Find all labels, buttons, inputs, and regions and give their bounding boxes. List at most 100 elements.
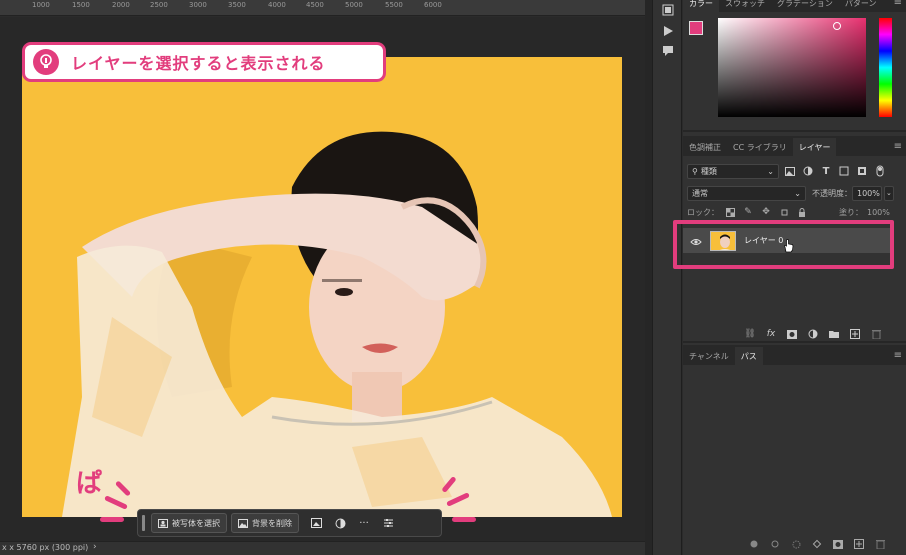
add-mask-icon[interactable] [831, 537, 845, 551]
add-mask-icon[interactable] [785, 327, 799, 341]
lock-artboard-icon[interactable] [777, 205, 791, 219]
blend-opacity-row: 通常 ⌄ 不透明度： 100% ⌄ [687, 185, 894, 201]
opacity-label: 不透明度： [812, 188, 852, 198]
new-layer-icon[interactable] [848, 327, 862, 341]
person-icon [158, 518, 168, 528]
tab-color[interactable]: カラー [683, 0, 719, 12]
lightbulb-icon [33, 49, 59, 75]
tab-channels[interactable]: チャンネル [683, 347, 735, 365]
color-picker-cursor[interactable] [833, 22, 841, 30]
tab-layers[interactable]: レイヤー [792, 138, 837, 156]
color-picker-field[interactable] [718, 18, 866, 117]
ruler-tick: 2000 [112, 1, 130, 9]
panel-separator[interactable] [683, 341, 906, 343]
new-group-folder-icon[interactable] [827, 327, 841, 341]
layers-panel-menu-icon[interactable]: ≡ [894, 141, 902, 152]
blend-mode-select[interactable]: 通常 ⌄ [687, 185, 806, 201]
horizontal-ruler: 1000 1500 2000 2500 3000 3500 4000 4500 … [0, 0, 645, 16]
lock-all-icon[interactable] [795, 205, 809, 219]
lock-transparent-icon[interactable] [723, 205, 737, 219]
ruler-tick: 5500 [385, 1, 403, 9]
mask-image-icon[interactable] [305, 513, 327, 533]
taskbar-settings-icon[interactable] [377, 513, 399, 533]
tab-swatches[interactable]: スウォッチ [719, 0, 771, 12]
search-icon: ⚲ [692, 166, 698, 176]
stroke-path-icon[interactable] [768, 537, 782, 551]
foreground-color-swatch[interactable] [689, 21, 703, 35]
layer-filter-select[interactable]: ⚲ 種類 ⌄ [687, 163, 779, 179]
blend-mode-value: 通常 [692, 188, 708, 198]
layers-panel-tabs: 色調補正 CC ライブラリ レイヤー ≡ [683, 136, 906, 156]
new-adjustment-layer-icon[interactable] [806, 327, 820, 341]
status-chevron[interactable]: › [93, 542, 97, 552]
instruction-callout: レイヤーを選択すると表示される [22, 42, 386, 82]
filter-pixel-icon[interactable] [783, 164, 797, 178]
lock-brush-icon[interactable]: ✎ [741, 205, 755, 219]
portrait-photo [22, 57, 622, 517]
tab-cc-libraries[interactable]: CC ライブラリ [727, 138, 793, 156]
remove-background-label: 背景を削除 [252, 518, 292, 528]
paths-panel-tabs: チャンネル パス ≡ [683, 345, 906, 365]
ruler-tick: 3500 [228, 1, 246, 9]
filter-smart-object-icon[interactable] [855, 164, 869, 178]
ruler-tick: 4000 [268, 1, 286, 9]
link-layers-icon[interactable]: ⛓ [743, 327, 757, 341]
ruler-tick: 1000 [32, 1, 50, 9]
paths-footer-toolbar [747, 537, 894, 551]
delete-path-trash-icon[interactable] [873, 537, 887, 551]
filter-toggle-icon[interactable] [873, 164, 887, 178]
photoshop-window: 1000 1500 2000 2500 3000 3500 4000 4500 … [0, 0, 906, 555]
burst-line [100, 517, 124, 522]
layer-filter-value: 種類 [700, 166, 717, 176]
photo-layer[interactable] [22, 57, 622, 517]
image-icon [238, 518, 248, 528]
collapsed-panel-strip [652, 0, 682, 555]
color-panel-menu-icon[interactable]: ≡ [894, 0, 902, 8]
status-bar: x x 5760 px (300 ppi) › [0, 541, 645, 555]
delete-layer-trash-icon[interactable] [869, 327, 883, 341]
document-canvas[interactable]: レイヤーを選択すると表示される ぱ [0, 17, 645, 541]
filter-shape-icon[interactable] [837, 164, 851, 178]
tab-gradients[interactable]: グラデーション [771, 0, 839, 12]
layer-style-fx-icon[interactable]: fx [764, 327, 778, 341]
select-subject-button[interactable]: 被写体を選択 [151, 513, 227, 533]
right-panel-dock: カラー スウォッチ グラデーション パターン ≡ 色調補正 CC ライブラリ レ… [683, 0, 906, 555]
make-work-path-icon[interactable] [810, 537, 824, 551]
paths-panel-menu-icon[interactable]: ≡ [894, 350, 902, 361]
tab-patterns[interactable]: パターン [839, 0, 883, 12]
history-icon[interactable] [661, 3, 675, 17]
panel-divider[interactable] [645, 0, 652, 555]
play-icon[interactable] [661, 24, 675, 38]
layer-filter-row: ⚲ 種類 ⌄ T [687, 163, 887, 179]
ruler-tick: 6000 [424, 1, 442, 9]
chevron-down-icon: ⌄ [767, 166, 774, 176]
ruler-tick: 1500 [72, 1, 90, 9]
hue-slider[interactable] [879, 18, 892, 117]
filter-type-icon[interactable]: T [819, 164, 833, 178]
tab-paths[interactable]: パス [734, 347, 763, 365]
panel-separator[interactable] [683, 130, 906, 132]
opacity-input[interactable]: 100% [852, 185, 882, 201]
filter-adjustment-icon[interactable] [801, 164, 815, 178]
color-panel-tabs: カラー スウォッチ グラデーション パターン ≡ [683, 0, 906, 12]
tab-adjustments[interactable]: 色調補正 [683, 138, 727, 156]
document-size-text: x x 5760 px (300 ppi) [2, 543, 89, 552]
fill-value[interactable]: 100% [867, 208, 890, 217]
burst-line [452, 517, 476, 522]
annotation-pa: ぱ [76, 469, 103, 499]
layers-footer-toolbar: ⛓ fx [743, 327, 890, 341]
taskbar-drag-handle[interactable] [142, 515, 145, 531]
more-options-button[interactable]: ··· [353, 513, 375, 533]
opacity-dropdown[interactable]: ⌄ [884, 185, 894, 201]
load-selection-icon[interactable] [789, 537, 803, 551]
ruler-tick: 5000 [345, 1, 363, 9]
select-subject-label: 被写体を選択 [172, 518, 220, 528]
ruler-tick: 3000 [189, 1, 207, 9]
fill-path-icon[interactable] [747, 537, 761, 551]
new-path-icon[interactable] [852, 537, 866, 551]
adjustment-icon[interactable] [329, 513, 351, 533]
contextual-taskbar: 被写体を選択 背景を削除 ··· [137, 509, 442, 537]
remove-background-button[interactable]: 背景を削除 [231, 513, 299, 533]
lock-move-icon[interactable]: ✥ [759, 205, 773, 219]
comment-icon[interactable] [661, 44, 675, 58]
